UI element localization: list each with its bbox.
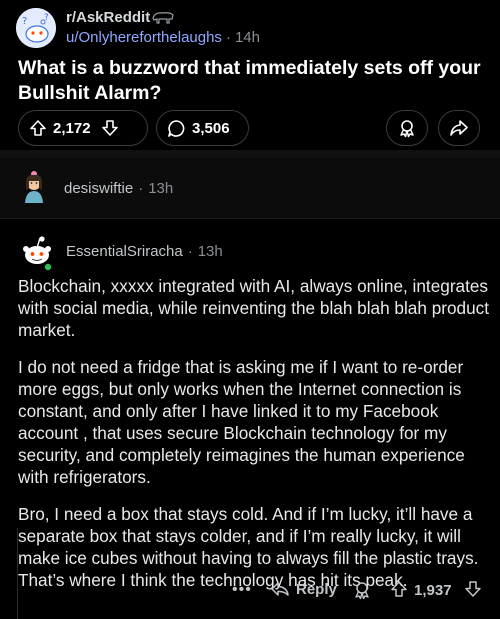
comment-count: 3,506 (192, 119, 230, 137)
comment-actions: ••• Reply 1,937 (0, 577, 500, 607)
subreddit-name[interactable]: r/AskReddit (66, 9, 150, 26)
award-icon (397, 118, 417, 138)
comment-score: 1,937 (414, 582, 452, 599)
online-status-icon (43, 262, 53, 272)
award-button[interactable] (386, 110, 428, 146)
separator-dot: · (187, 243, 193, 260)
post-vote-bar: 2,172 (18, 110, 148, 146)
post-time: 14h (234, 29, 260, 46)
comment-body: Blockchain, xxxxx integrated with AI, al… (18, 275, 490, 606)
comment-author-line: EssentialSriracha · 13h (66, 243, 223, 260)
separator-dot: · (138, 180, 144, 197)
comments-button[interactable]: 3,506 (156, 110, 249, 146)
reply-label: Reply (296, 580, 337, 598)
share-button[interactable] (438, 110, 480, 146)
arrow-down-icon[interactable] (101, 119, 119, 137)
subreddit-avatar[interactable]: ? ? (16, 8, 56, 48)
arrow-up-icon[interactable] (29, 119, 47, 137)
post-title[interactable]: What is a buzzword that immediately sets… (18, 56, 488, 106)
avatar[interactable] (18, 170, 50, 204)
comment-author-line: desiswiftie · 13h (64, 180, 173, 197)
post-upvote-count: 2,172 (53, 119, 91, 137)
avatar[interactable] (18, 234, 56, 272)
comment-author[interactable]: desiswiftie (64, 180, 133, 197)
separator-dot: · (225, 29, 231, 46)
comment: EssentialSriracha · 13h Blockchain, xxxxx … (0, 228, 500, 619)
section-divider (0, 150, 500, 158)
reply-button[interactable]: Reply (270, 580, 337, 598)
more-options-button[interactable]: ••• (232, 581, 252, 599)
subreddit-mascot-icon (150, 9, 176, 25)
comment-paragraph: I do not need a fridge that is asking me… (18, 357, 465, 487)
comment-paragraph: Blockchain, xxxxx integrated with AI, al… (18, 276, 490, 340)
reply-arrow-icon (270, 580, 290, 598)
post-header: ? ? r/AskReddit u/Onlyhereforthelaughs · 1… (0, 0, 500, 150)
post-author[interactable]: u/Onlyhereforthelaughs (66, 29, 222, 46)
post-author-line: u/Onlyhereforthelaughs · 14h (66, 29, 260, 46)
award-icon[interactable] (352, 580, 372, 600)
speech-bubble-icon (167, 119, 186, 138)
arrow-up-icon[interactable] (390, 580, 408, 598)
share-icon (449, 118, 469, 138)
comment-author[interactable]: EssentialSriracha (66, 243, 183, 260)
comment-time: 13h (197, 243, 223, 260)
arrow-down-icon[interactable] (464, 580, 482, 598)
svg-text:?: ? (22, 16, 27, 27)
collapsed-comment[interactable]: desiswiftie · 13h (0, 158, 500, 218)
comment-time: 13h (148, 180, 174, 197)
